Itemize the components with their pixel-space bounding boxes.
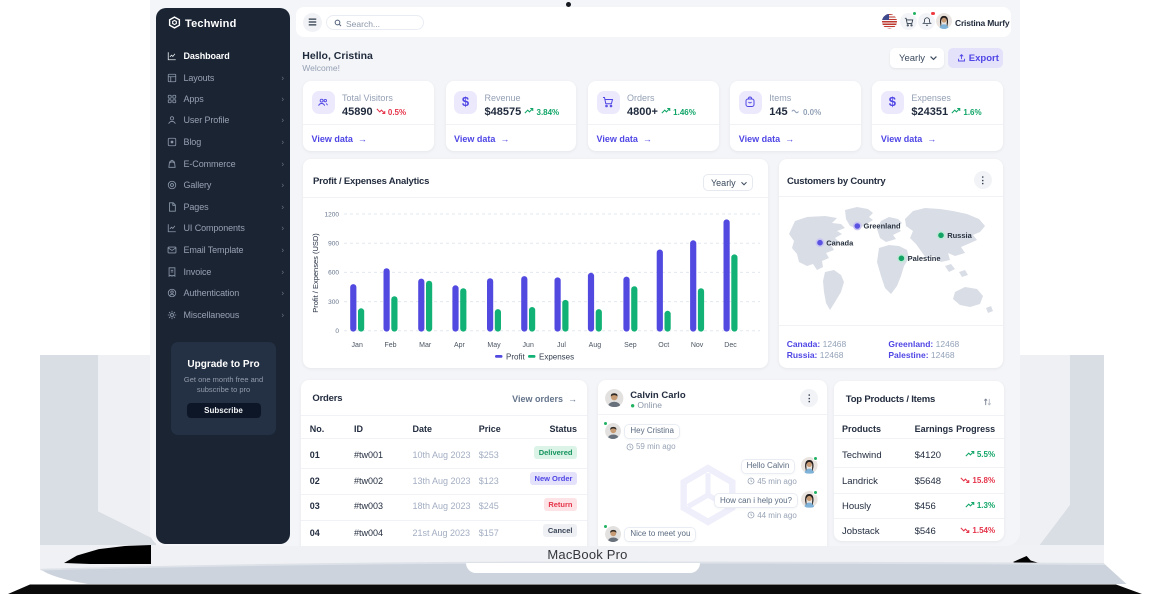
svg-text:Canada: Canada [826,238,854,247]
svg-text:1200: 1200 [324,211,339,218]
svg-text:Profit / Expenses (USD): Profit / Expenses (USD) [311,233,320,313]
svg-text:Nov: Nov [690,342,703,349]
svg-text:Greenland: Greenland [864,222,902,231]
svg-text:Feb: Feb [384,342,396,349]
svg-text:Aug: Aug [588,342,601,349]
svg-text:Expenses: Expenses [539,353,574,362]
svg-text:Russia: Russia [947,231,972,240]
svg-text:May: May [487,342,501,349]
svg-text:Jun: Jun [522,342,533,349]
svg-text:Dec: Dec [724,342,737,349]
svg-text:Profit: Profit [506,353,525,362]
svg-text:Sep: Sep [624,342,637,349]
svg-text:900: 900 [328,241,339,248]
svg-text:Mar: Mar [419,342,432,349]
svg-text:Oct: Oct [658,342,669,349]
svg-text:0: 0 [335,328,339,335]
svg-text:Palestine: Palestine [908,254,941,263]
svg-text:Apr: Apr [453,342,465,349]
svg-text:Jul: Jul [557,342,566,349]
svg-text:600: 600 [328,270,339,277]
svg-text:300: 300 [328,299,339,306]
svg-text:Jan: Jan [351,342,362,349]
